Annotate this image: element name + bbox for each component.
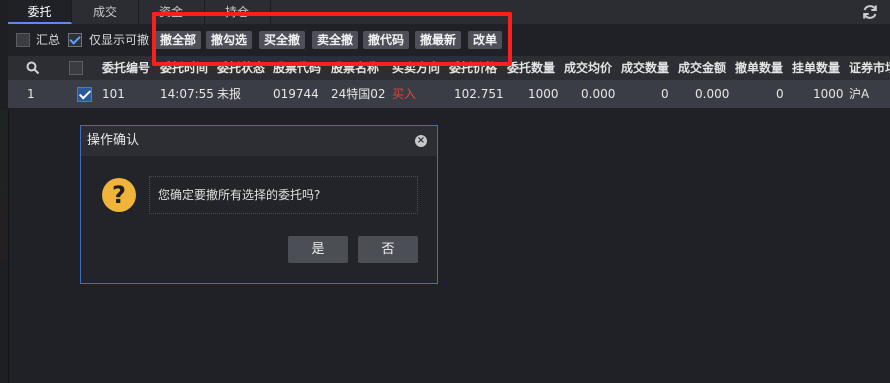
close-icon[interactable]: ×	[415, 135, 427, 147]
left-panel-chart-fragment	[0, 110, 8, 260]
yes-button[interactable]: 是	[288, 236, 348, 263]
trade-side: 买入	[392, 87, 417, 101]
summary-checkbox[interactable]	[16, 33, 30, 47]
stock-code: 019744	[273, 87, 319, 101]
refresh-icon[interactable]	[860, 2, 880, 22]
tab-trades[interactable]: 成交	[72, 0, 139, 24]
order-status: 未报	[217, 87, 242, 101]
col-header[interactable]: 成交数量	[621, 56, 669, 80]
col-header[interactable]: 成交金额	[678, 56, 726, 80]
col-header[interactable]: 证券市场	[849, 56, 890, 80]
no-button[interactable]: 否	[358, 236, 418, 263]
col-header[interactable]: 成交均价	[564, 56, 612, 80]
summary-label: 汇总	[36, 33, 61, 47]
order-price: 102.751	[454, 87, 504, 101]
filled-quantity: 0	[661, 87, 669, 101]
col-header[interactable]: 委托编号	[102, 56, 150, 80]
table-row[interactable]: 1 101 14:07:55 未报 019744 24特国02 买入 102.7…	[8, 80, 890, 108]
cancelable-only-label: 仅显示可撤	[89, 33, 150, 47]
dialog-title: 操作确认	[81, 126, 437, 156]
stock-name: 24特国02	[331, 87, 386, 101]
order-quantity: 1000	[528, 87, 559, 101]
order-number: 101	[102, 87, 125, 101]
tab-label: 委托	[27, 5, 52, 19]
search-icon[interactable]	[26, 61, 40, 75]
confirm-dialog: 操作确认 × ? 您确定要撤所有选择的委托吗? 是 否	[80, 125, 438, 284]
cancelable-only-checkbox[interactable]	[68, 33, 82, 47]
select-all-checkbox[interactable]	[69, 61, 83, 75]
question-icon: ?	[102, 178, 136, 212]
highlight-annotation-box	[152, 12, 512, 66]
tab-orders[interactable]: 委托	[8, 0, 72, 24]
tab-label: 成交	[92, 5, 117, 19]
average-price: 0.000	[581, 87, 616, 101]
pending-quantity: 1000	[813, 87, 844, 101]
row-select-checkbox[interactable]	[77, 87, 92, 102]
row-index: 1	[27, 87, 35, 101]
col-header[interactable]: 挂单数量	[792, 56, 840, 80]
col-header[interactable]: 撤单数量	[735, 56, 783, 80]
order-time: 14:07:55	[160, 87, 214, 101]
filled-amount: 0.000	[695, 87, 730, 101]
dialog-message: 您确定要撤所有选择的委托吗?	[149, 176, 418, 214]
col-header[interactable]: 委托数量	[507, 56, 555, 80]
market: 沪A	[849, 87, 870, 101]
cancel-quantity: 0	[776, 87, 784, 101]
